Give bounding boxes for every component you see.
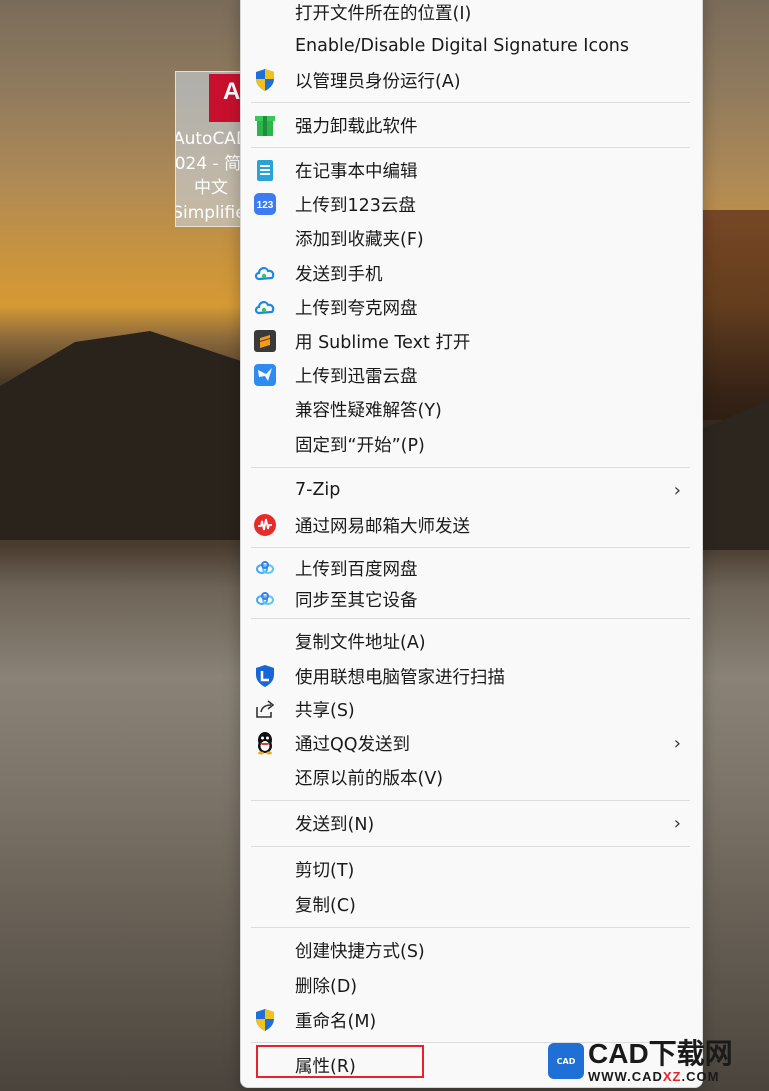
menu-item-label: 上传到夸克网盘: [295, 298, 418, 319]
watermark-url-red: XZ: [662, 1068, 682, 1084]
watermark-title: CAD下载网: [588, 1037, 733, 1069]
menu-item-lenovo-scan[interactable]: 使用联想电脑管家进行扫描: [251, 661, 691, 691]
menu-separator: [251, 102, 690, 103]
watermark-url-suffix: .COM: [681, 1068, 720, 1084]
menu-item-sync-devices[interactable]: 同步至其它设备: [251, 584, 691, 614]
uac-shield-icon: [253, 1008, 277, 1032]
menu-separator: [251, 800, 690, 801]
menu-item-label: 打开文件所在的位置(I): [295, 3, 472, 24]
menu-item-label: 同步至其它设备: [295, 590, 418, 611]
site-watermark: CAD CAD下载网 WWW.CADXZ.COM: [548, 1036, 769, 1086]
highlight-box: [256, 1045, 424, 1078]
menu-item-label: 添加到收藏夹(F): [295, 229, 424, 250]
menu-item-label: 还原以前的版本(V): [295, 768, 444, 789]
menu-item-force-uninstall[interactable]: 强力卸载此软件: [251, 110, 691, 140]
menu-item-pin-start[interactable]: 固定到“开始”(P): [251, 429, 691, 459]
menu-item-send-qq[interactable]: 通过QQ发送到 ›: [251, 728, 691, 758]
menu-item-add-favorites[interactable]: 添加到收藏夹(F): [251, 223, 691, 253]
menu-item-open-location[interactable]: 打开文件所在的位置(I): [251, 0, 691, 27]
menu-item-label: 上传到123云盘: [295, 195, 416, 216]
desktop-shortcut-autocad[interactable]: A AutoCAD 2024 - 简体中文 (Simplified Chines…: [175, 71, 245, 227]
uac-shield-icon: [253, 68, 277, 92]
menu-item-label: 兼容性疑难解答(Y): [295, 400, 442, 421]
menu-separator: [251, 467, 690, 468]
menu-item-label: 发送到手机: [295, 264, 383, 285]
lenovo-shield-icon: [253, 664, 277, 688]
menu-item-label: 重命名(M): [295, 1011, 377, 1032]
menu-item-send-to-phone[interactable]: 发送到手机: [251, 258, 691, 288]
menu-item-label: 通过网易邮箱大师发送: [295, 516, 470, 537]
menu-item-upload-thunder[interactable]: 上传到迅雷云盘: [251, 360, 691, 390]
menu-item-label: 固定到“开始”(P): [295, 435, 425, 456]
chevron-right-icon: ›: [673, 479, 681, 501]
menu-item-label: 上传到迅雷云盘: [295, 366, 418, 387]
baidu-netdisk-icon: [253, 587, 277, 611]
watermark-url-main: CAD: [631, 1068, 663, 1084]
qq-penguin-icon: [253, 731, 277, 755]
menu-item-label: 复制文件地址(A): [295, 632, 426, 653]
uninstall-icon: [253, 113, 277, 137]
menu-item-rename[interactable]: 重命名(M): [251, 1005, 691, 1035]
menu-item-send-to[interactable]: 发送到(N) ›: [251, 808, 691, 838]
menu-item-label: 创建快捷方式(S): [295, 941, 425, 962]
watermark-url: WWW.CADXZ.COM: [588, 1069, 733, 1084]
menu-item-cut[interactable]: 剪切(T): [251, 854, 691, 884]
menu-item-signature-icons[interactable]: Enable/Disable Digital Signature Icons: [251, 31, 691, 61]
watermark-text: CAD下载网 WWW.CADXZ.COM: [588, 1037, 733, 1084]
menu-item-compat-troubleshoot[interactable]: 兼容性疑难解答(Y): [251, 394, 691, 424]
menu-item-label: 上传到百度网盘: [295, 559, 418, 580]
menu-item-label: 在记事本中编辑: [295, 161, 418, 182]
menu-item-label: 共享(S): [295, 700, 355, 721]
menu-separator: [251, 547, 690, 548]
menu-item-upload-baidu[interactable]: 上传到百度网盘: [251, 553, 691, 583]
menu-item-label: 以管理员身份运行(A): [295, 71, 461, 92]
quark-cloud-icon: [253, 261, 277, 285]
menu-separator: [251, 618, 690, 619]
menu-item-7zip[interactable]: 7-Zip ›: [251, 475, 691, 505]
menu-item-label: 复制(C): [295, 895, 356, 916]
netease-mail-icon: [253, 513, 277, 537]
menu-item-restore-versions[interactable]: 还原以前的版本(V): [251, 762, 691, 792]
wallpaper-bridge: [700, 210, 769, 420]
notepad-icon: [253, 158, 277, 182]
menu-item-edit-notepad[interactable]: 在记事本中编辑: [251, 155, 691, 185]
wallpaper-hill: [0, 331, 250, 540]
thunder-icon: [253, 363, 277, 387]
menu-item-copy-path[interactable]: 复制文件地址(A): [251, 626, 691, 656]
menu-item-netease-mail[interactable]: 通过网易邮箱大师发送: [251, 510, 691, 540]
menu-item-upload-quark[interactable]: 上传到夸克网盘: [251, 292, 691, 322]
menu-item-label: 7-Zip: [295, 480, 341, 500]
menu-item-label: 用 Sublime Text 打开: [295, 332, 471, 353]
menu-item-create-shortcut[interactable]: 创建快捷方式(S): [251, 935, 691, 965]
menu-item-label: 强力卸载此软件: [295, 116, 418, 137]
menu-item-label: 通过QQ发送到: [295, 734, 411, 755]
menu-item-share[interactable]: 共享(S): [251, 694, 691, 724]
desktop-shortcut-label: AutoCAD 2024 - 简体中文 (Simplified Chinese): [175, 129, 245, 223]
menu-item-open-sublime[interactable]: 用 Sublime Text 打开: [251, 326, 691, 356]
menu-item-upload-123[interactable]: 123 上传到123云盘: [251, 189, 691, 219]
menu-item-copy[interactable]: 复制(C): [251, 889, 691, 919]
chevron-right-icon: ›: [673, 732, 681, 754]
menu-item-label: 剪切(T): [295, 860, 355, 881]
watermark-url-prefix: WWW.: [588, 1068, 632, 1084]
menu-separator: [251, 147, 690, 148]
menu-item-delete[interactable]: 删除(D): [251, 970, 691, 1000]
menu-separator: [251, 927, 690, 928]
menu-item-label: 删除(D): [295, 976, 358, 997]
wallpaper-hill-right: [700, 400, 769, 550]
menu-item-run-as-admin[interactable]: 以管理员身份运行(A): [251, 65, 691, 95]
123-cloud-icon: 123: [253, 192, 277, 216]
chevron-right-icon: ›: [673, 812, 681, 834]
menu-item-label: 使用联想电脑管家进行扫描: [295, 667, 505, 688]
sublime-text-icon: [253, 329, 277, 353]
svg-text:123: 123: [257, 200, 274, 211]
menu-item-label: Enable/Disable Digital Signature Icons: [295, 36, 629, 56]
baidu-netdisk-icon: [253, 556, 277, 580]
cad-logo-icon: CAD: [548, 1043, 584, 1079]
quark-cloud-icon: [253, 295, 277, 319]
menu-separator: [251, 846, 690, 847]
share-icon: [253, 697, 277, 721]
menu-item-label: 发送到(N): [295, 814, 375, 835]
